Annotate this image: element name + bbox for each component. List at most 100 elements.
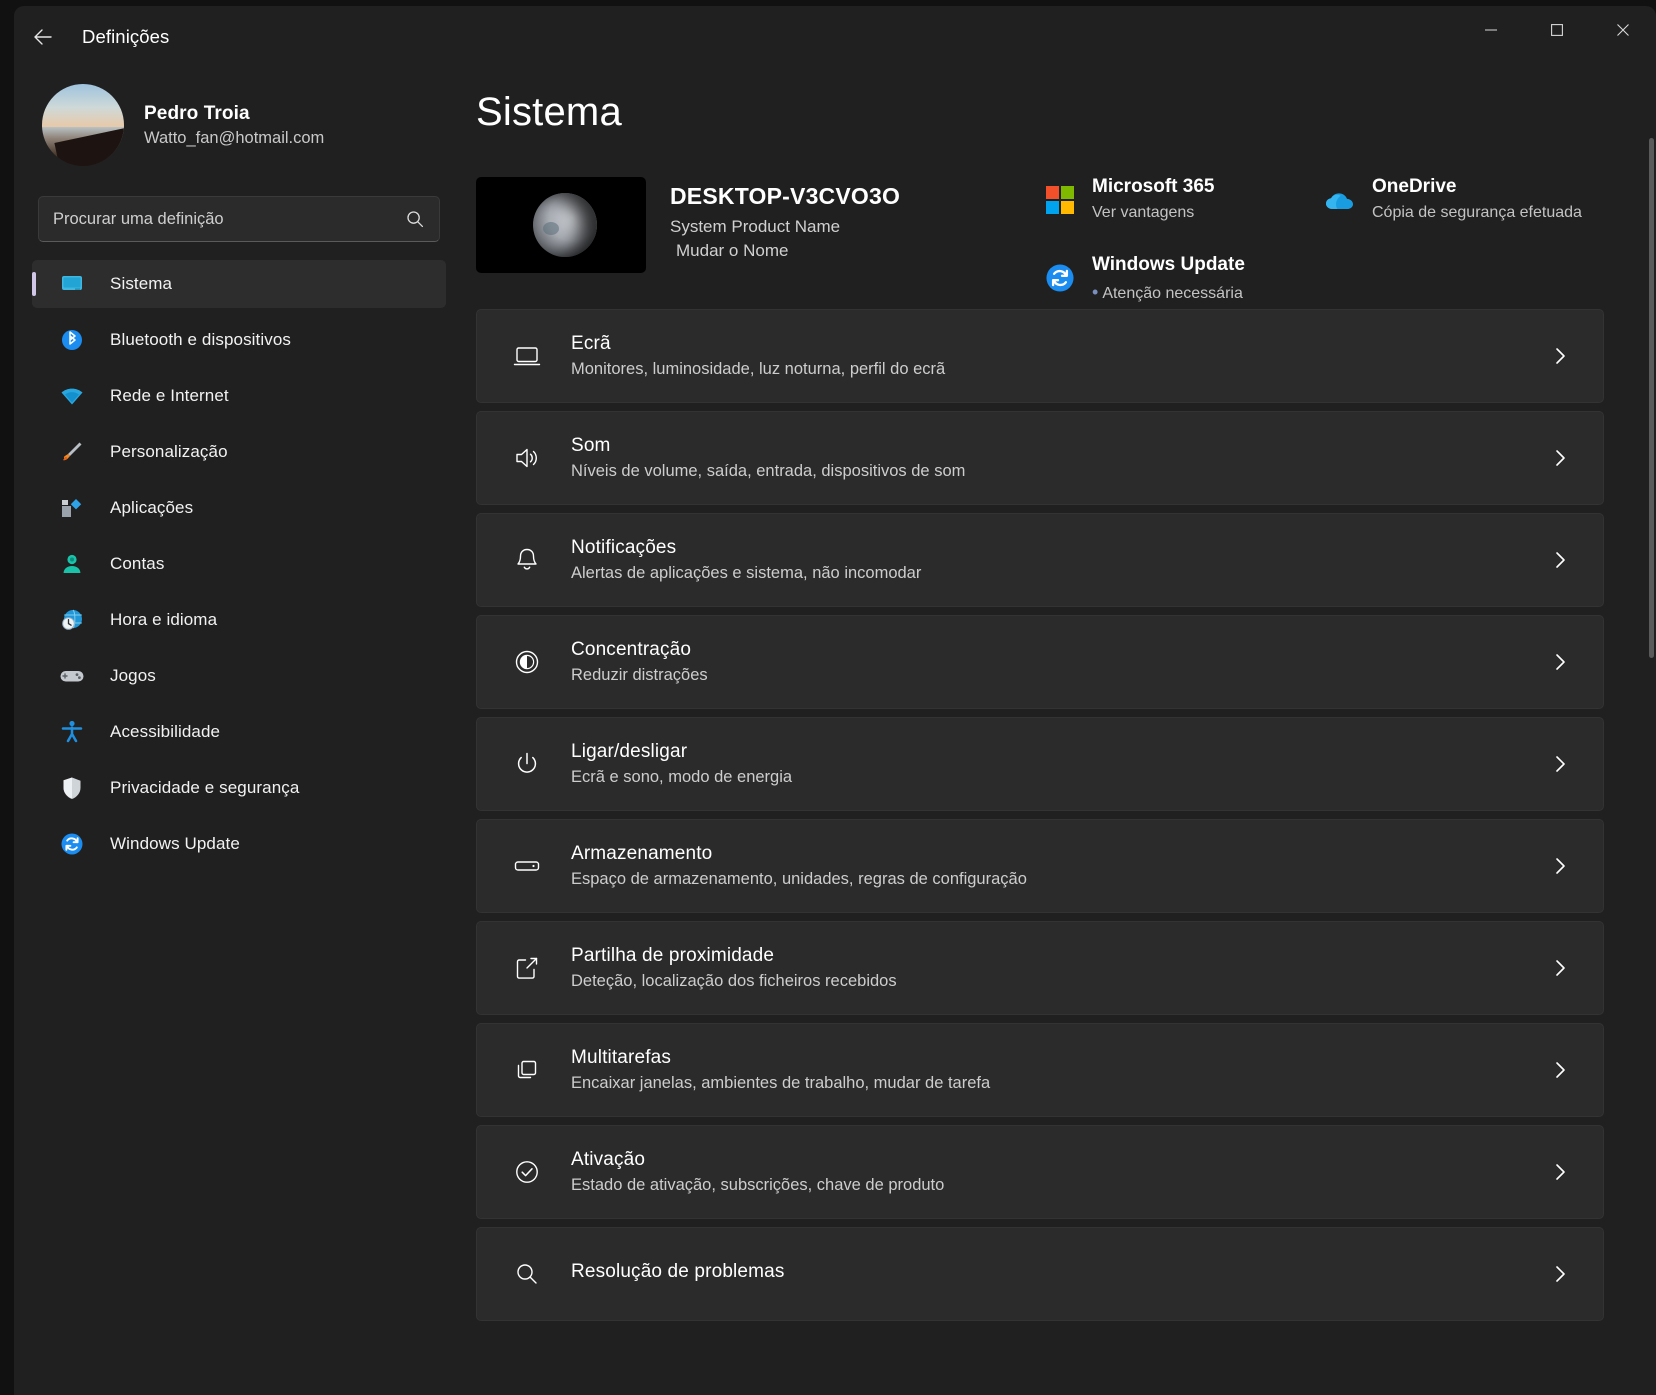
troubleshoot-icon	[509, 1256, 545, 1292]
bluetooth-icon	[58, 326, 86, 354]
avatar	[42, 84, 124, 166]
person-icon	[58, 550, 86, 578]
chevron-right-icon	[1549, 1059, 1571, 1081]
drive-icon	[509, 848, 545, 884]
focus-icon	[509, 644, 545, 680]
settings-row-title: Resolução de problemas	[571, 1261, 784, 1283]
settings-row-ecra[interactable]: Ecrã Monitores, luminosidade, luz noturn…	[476, 309, 1604, 403]
close-icon	[1616, 23, 1630, 37]
sidebar-item-privacidade-e-seguranca[interactable]: Privacidade e segurança	[32, 764, 446, 812]
account-block[interactable]: Pedro Troia Watto_fan@hotmail.com	[42, 84, 448, 166]
settings-row-concentracao[interactable]: Concentração Reduzir distrações	[476, 615, 1604, 709]
back-arrow-icon	[31, 25, 55, 49]
onedrive-card[interactable]: OneDrive Cópia de segurança efetuada	[1316, 172, 1588, 226]
cloud-card-subtitle: Cópia de segurança efetuada	[1372, 204, 1582, 222]
chevron-right-icon	[1549, 651, 1571, 673]
settings-row-subtitle: Espaço de armazenamento, unidades, regra…	[571, 870, 1027, 889]
settings-row-subtitle: Níveis de volume, saída, entrada, dispos…	[571, 462, 965, 481]
wifi-icon	[58, 382, 86, 410]
settings-row-multitarefas[interactable]: Multitarefas Encaixar janelas, ambientes…	[476, 1023, 1604, 1117]
device-name: DESKTOP-V3CVO3O	[670, 183, 900, 210]
microsoft-logo-icon	[1042, 182, 1078, 218]
account-email: Watto_fan@hotmail.com	[144, 129, 324, 148]
gamepad-icon	[58, 662, 86, 690]
speaker-icon	[509, 440, 545, 476]
settings-row-title: Partilha de proximidade	[571, 945, 897, 967]
settings-row-title: Multitarefas	[571, 1047, 990, 1069]
scrollbar-thumb[interactable]	[1649, 138, 1654, 658]
settings-row-ativacao[interactable]: Ativação Estado de ativação, subscrições…	[476, 1125, 1604, 1219]
accessibility-icon	[58, 718, 86, 746]
account-name: Pedro Troia	[144, 103, 324, 125]
settings-row-title: Ativação	[571, 1149, 944, 1171]
power-icon	[509, 746, 545, 782]
sidebar-item-acessibilidade[interactable]: Acessibilidade	[32, 708, 446, 756]
sidebar-item-label: Hora e idioma	[110, 610, 217, 630]
cloud-card-subtitle: Atenção necessária	[1102, 285, 1243, 302]
sidebar-item-aplicacoes[interactable]: Aplicações	[32, 484, 446, 532]
check-circle-icon	[509, 1154, 545, 1190]
sidebar: Pedro Troia Watto_fan@hotmail.com	[14, 68, 464, 1395]
settings-row-subtitle: Ecrã e sono, modo de energia	[571, 768, 792, 787]
minimize-button[interactable]	[1458, 6, 1524, 54]
back-button[interactable]	[22, 16, 64, 58]
paintbrush-icon	[58, 438, 86, 466]
chevron-right-icon	[1549, 855, 1571, 877]
cloud-card-title: Microsoft 365	[1092, 176, 1214, 197]
shield-icon	[58, 774, 86, 802]
chevron-right-icon	[1549, 447, 1571, 469]
moon-wallpaper-thumbnail	[476, 177, 646, 273]
settings-row-title: Ecrã	[571, 333, 945, 355]
cloud-services: Microsoft 365 Ver vantagens OneDrive Cóp…	[1036, 172, 1636, 307]
settings-row-ligar-desligar[interactable]: Ligar/desligar Ecrã e sono, modo de ener…	[476, 717, 1604, 811]
search-input[interactable]	[53, 210, 405, 229]
maximize-icon	[1550, 23, 1564, 37]
settings-row-subtitle: Encaixar janelas, ambientes de trabalho,…	[571, 1074, 990, 1093]
settings-row-title: Ligar/desligar	[571, 741, 792, 763]
cloud-card-title: OneDrive	[1372, 176, 1456, 197]
close-button[interactable]	[1590, 6, 1656, 54]
main-scrollbar[interactable]	[1649, 138, 1654, 1395]
sidebar-item-label: Rede e Internet	[110, 386, 229, 406]
display-icon	[509, 338, 545, 374]
update-icon	[58, 830, 86, 858]
settings-row-armazenamento[interactable]: Armazenamento Espaço de armazenamento, u…	[476, 819, 1604, 913]
sidebar-item-label: Jogos	[110, 666, 156, 686]
rename-device-link[interactable]: Mudar o Nome	[676, 241, 900, 261]
chevron-right-icon	[1549, 549, 1571, 571]
share-icon	[509, 950, 545, 986]
settings-row-som[interactable]: Som Níveis de volume, saída, entrada, di…	[476, 411, 1604, 505]
minimize-icon	[1484, 23, 1498, 37]
cloud-card-subtitle: Ver vantagens	[1092, 204, 1214, 222]
sidebar-nav: Sistema Bluetooth e dispositivos	[30, 260, 448, 868]
window-controls	[1458, 6, 1656, 54]
update-icon	[1042, 260, 1078, 296]
maximize-button[interactable]	[1524, 6, 1590, 54]
settings-row-partilha-de-proximidade[interactable]: Partilha de proximidade Deteção, localiz…	[476, 921, 1604, 1015]
settings-row-notificacoes[interactable]: Notificações Alertas de aplicações e sis…	[476, 513, 1604, 607]
chevron-right-icon	[1549, 753, 1571, 775]
windows-update-card[interactable]: Windows Update •Atenção necessária	[1036, 250, 1306, 307]
sidebar-item-contas[interactable]: Contas	[32, 540, 446, 588]
settings-row-subtitle: Estado de ativação, subscrições, chave d…	[571, 1176, 944, 1195]
cloud-card-status: •Atenção necessária	[1092, 282, 1245, 303]
sidebar-item-jogos[interactable]: Jogos	[32, 652, 446, 700]
sidebar-item-rede-e-internet[interactable]: Rede e Internet	[32, 372, 446, 420]
cloud-card-title: Windows Update	[1092, 254, 1245, 275]
sidebar-item-bluetooth-e-dispositivos[interactable]: Bluetooth e dispositivos	[32, 316, 446, 364]
device-model: System Product Name	[670, 217, 900, 237]
sidebar-item-sistema[interactable]: Sistema	[32, 260, 446, 308]
settings-window: Definições	[14, 6, 1656, 1395]
sidebar-item-label: Bluetooth e dispositivos	[110, 330, 291, 350]
title-bar: Definições	[14, 6, 1656, 68]
sidebar-item-windows-update[interactable]: Windows Update	[32, 820, 446, 868]
sidebar-item-hora-e-idioma[interactable]: Hora e idioma	[32, 596, 446, 644]
settings-row-resolucao-de-problemas[interactable]: Resolução de problemas	[476, 1227, 1604, 1321]
search-box[interactable]	[38, 196, 440, 242]
page-title: Sistema	[476, 90, 1656, 135]
sidebar-item-label: Privacidade e segurança	[110, 778, 299, 798]
sidebar-item-personalizacao[interactable]: Personalização	[32, 428, 446, 476]
microsoft-365-card[interactable]: Microsoft 365 Ver vantagens	[1036, 172, 1306, 226]
sidebar-item-label: Aplicações	[110, 498, 193, 518]
onedrive-cloud-icon	[1322, 182, 1358, 218]
